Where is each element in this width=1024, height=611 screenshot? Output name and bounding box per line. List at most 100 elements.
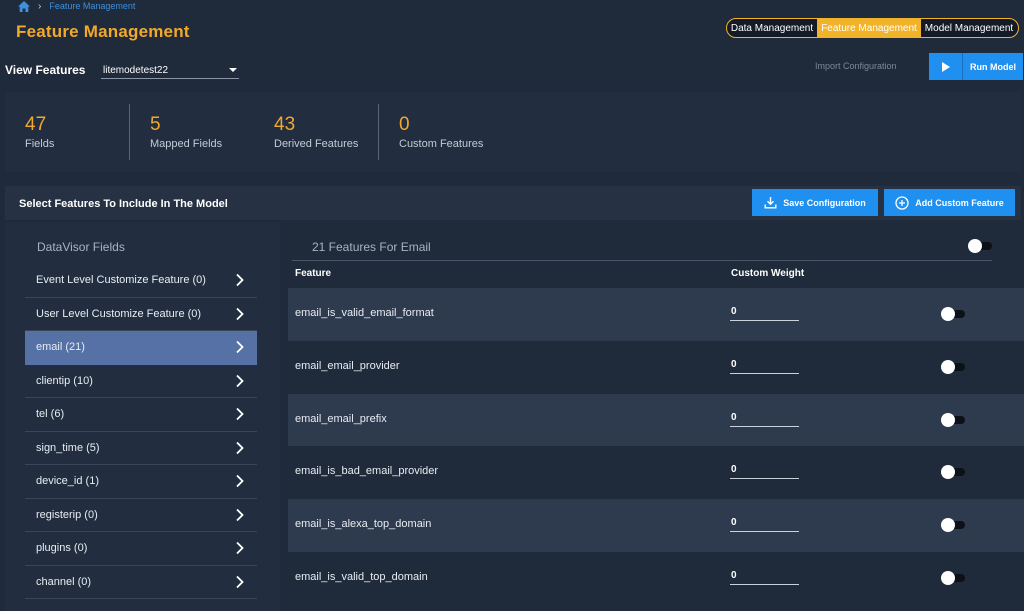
field-list-item-label: sign_time (5)	[36, 441, 100, 454]
plus-circle-icon	[895, 195, 909, 210]
breadcrumb-separator-icon: ›	[38, 0, 42, 12]
stat-label: Fields	[25, 138, 55, 150]
feature-toggle[interactable]	[941, 412, 967, 427]
stat-derived-features: 43 Derived Features	[254, 104, 378, 160]
tab-model-management[interactable]: Model Management	[921, 19, 1017, 37]
field-list-item-label: clientip (10)	[36, 374, 93, 387]
custom-weight-input[interactable]: 0	[730, 304, 799, 321]
datavisor-fields-panel: DataVisor Fields Event Level Customize F…	[5, 222, 280, 611]
field-list-item[interactable]: clientip (10)	[25, 365, 257, 398]
feature-name: email_email_prefix	[295, 412, 387, 425]
stat-label: Custom Features	[399, 138, 484, 150]
stat-value: 0	[399, 114, 410, 135]
fields-panel-title: DataVisor Fields	[37, 240, 125, 254]
field-list-item-label: plugins (0)	[36, 542, 88, 555]
field-list-item[interactable]: device_id (1)	[25, 465, 257, 499]
chevron-right-icon	[236, 508, 244, 521]
select-features-title: Select Features To Include In The Model	[19, 198, 228, 210]
custom-weight-input[interactable]: 0	[730, 462, 799, 480]
field-list-item-label: tel (6)	[36, 408, 65, 421]
page-title: Feature Management	[16, 22, 190, 41]
field-list-item[interactable]: Event Level Customize Feature (0)	[25, 264, 257, 298]
custom-weight-input[interactable]: 0	[730, 568, 799, 585]
breadcrumb-current[interactable]: Feature Management	[49, 1, 135, 11]
save-configuration-label: Save Configuration	[783, 197, 866, 208]
feature-name: email_is_alexa_top_domain	[295, 518, 432, 531]
dataset-select-value: litemodetest22	[103, 64, 169, 76]
select-features-bar: Select Features To Include In The Model …	[5, 186, 1021, 220]
feature-toggle[interactable]	[941, 359, 967, 374]
column-header-custom-weight: Custom Weight	[731, 268, 805, 279]
management-tabs: Data Management Feature Management Model…	[726, 18, 1019, 38]
tab-feature-management[interactable]: Feature Management	[817, 19, 921, 37]
feature-row: email_is_bad_email_provider 0	[288, 446, 1024, 499]
feature-toggle[interactable]	[941, 465, 967, 480]
feature-toggle[interactable]	[941, 570, 967, 585]
field-list-item[interactable]: sign_time (5)	[25, 432, 257, 465]
stat-fields: 47 Fields	[5, 104, 129, 160]
feature-name: email_email_provider	[295, 359, 400, 372]
custom-weight-input[interactable]: 0	[730, 515, 799, 533]
stat-label: Mapped Fields	[150, 138, 223, 150]
field-list-item-label: Event Level Customize Feature (0)	[36, 274, 206, 287]
custom-weight-input[interactable]: 0	[730, 410, 799, 427]
features-panel: 21 Features For Email Feature Custom Wei…	[282, 222, 1024, 611]
stat-value: 5	[150, 114, 161, 135]
select-all-toggle[interactable]	[968, 239, 994, 253]
dataset-select[interactable]: litemodetest22	[101, 62, 239, 79]
field-list-item-label: channel (0)	[36, 575, 92, 588]
run-model-label: Run Model	[970, 61, 1016, 72]
download-icon	[764, 197, 777, 209]
field-list-item-label: device_id (1)	[36, 475, 99, 488]
stat-value: 47	[25, 114, 47, 135]
chevron-right-icon	[236, 441, 244, 454]
chevron-right-icon	[236, 374, 244, 387]
stats-panel: 47 Fields 5 Mapped Fields 43 Derived Fea…	[5, 92, 1021, 172]
column-header-feature: Feature	[295, 268, 332, 279]
import-configuration-link[interactable]: Import Configuration	[815, 61, 897, 71]
chevron-right-icon	[236, 307, 244, 320]
breadcrumb: › Feature Management	[18, 0, 135, 12]
feature-toggle[interactable]	[941, 307, 967, 321]
field-list-item[interactable]: channel (0)	[25, 566, 257, 599]
features-count-title: 21 Features For Email	[312, 240, 431, 254]
caret-down-icon	[229, 68, 237, 72]
field-list-item-label: registerip (0)	[36, 508, 98, 521]
run-model-button[interactable]: Run Model	[929, 53, 1023, 80]
chevron-right-icon	[236, 408, 244, 421]
field-list: Event Level Customize Feature (0) User Le…	[25, 264, 257, 599]
chevron-right-icon	[236, 341, 244, 354]
chevron-right-icon	[236, 274, 244, 287]
feature-name: email_is_bad_email_provider	[295, 465, 439, 478]
stat-value: 43	[274, 114, 296, 135]
stat-custom-features: 0 Custom Features	[379, 104, 519, 160]
add-custom-feature-button[interactable]: Add Custom Feature	[884, 189, 1015, 216]
feature-row: email_email_prefix 0	[288, 393, 1024, 447]
feature-row: email_is_valid_email_format 0	[288, 288, 1024, 341]
feature-name: email_is_valid_email_format	[295, 307, 434, 319]
feature-rows: email_is_valid_email_format 0 email_email_…	[288, 288, 1024, 605]
field-list-item[interactable]: plugins (0)	[25, 532, 257, 566]
stat-mapped-fields: 5 Mapped Fields	[130, 104, 254, 160]
field-list-item-label: email (21)	[36, 341, 85, 354]
field-list-item[interactable]: User Level Customize Feature (0)	[25, 298, 257, 331]
home-icon[interactable]	[18, 0, 30, 12]
play-icon	[929, 53, 963, 80]
tab-data-management[interactable]: Data Management	[727, 19, 817, 37]
add-custom-feature-label: Add Custom Feature	[915, 197, 1004, 208]
chevron-right-icon	[236, 475, 244, 488]
feature-row: email_is_alexa_top_domain 0	[288, 499, 1024, 552]
view-features-label: View Features	[5, 63, 86, 77]
chevron-right-icon	[236, 575, 244, 588]
field-list-item[interactable]: email (21)	[25, 331, 257, 365]
field-list-item[interactable]: registerip (0)	[25, 499, 257, 532]
feature-name: email_is_valid_top_domain	[295, 570, 428, 583]
feature-toggle[interactable]	[941, 518, 967, 533]
save-configuration-button[interactable]: Save Configuration	[752, 189, 878, 216]
feature-row: email_is_valid_top_domain 0	[288, 552, 1024, 605]
chevron-right-icon	[236, 542, 244, 555]
divider	[292, 260, 992, 261]
field-list-item-label: User Level Customize Feature (0)	[36, 307, 202, 320]
custom-weight-input[interactable]: 0	[730, 357, 799, 374]
field-list-item[interactable]: tel (6)	[25, 398, 257, 432]
